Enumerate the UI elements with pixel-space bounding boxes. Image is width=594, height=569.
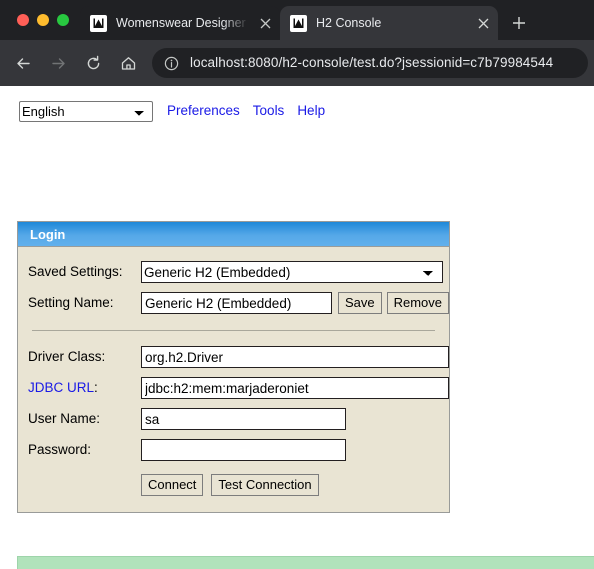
address-bar[interactable]: localhost:8080/h2-console/test.do?jsessi… [152, 48, 588, 78]
connect-button[interactable]: Connect [141, 474, 204, 496]
browser-chrome: Womenswear Designer | Marja H2 Console [0, 0, 594, 86]
browser-tab-womenswear-designer[interactable]: Womenswear Designer | Marja [80, 6, 280, 40]
test-connection-button[interactable]: Test Connection [211, 474, 319, 496]
password-input[interactable] [141, 439, 346, 461]
form-action-row: Connect Test Connection [18, 474, 449, 496]
login-panel-title: Login [18, 222, 449, 247]
browser-tab-h2-console[interactable]: H2 Console [280, 6, 498, 40]
setting-name-row: Setting Name: Save Remove [18, 292, 449, 314]
preferences-link[interactable]: Preferences [167, 102, 240, 120]
home-icon[interactable] [113, 48, 143, 78]
driver-class-label: Driver Class: [28, 349, 106, 364]
v-logo-icon [90, 14, 107, 32]
window-controls [0, 0, 80, 40]
page-content: EnglishDeutschFrançaisEspañol日本語 Prefere… [0, 86, 594, 569]
tab-title: H2 Console [316, 16, 382, 30]
new-tab-button[interactable] [505, 9, 533, 37]
saved-settings-select[interactable]: Generic H2 (Embedded)Generic H2 (Server)… [141, 261, 443, 283]
save-button[interactable]: Save [337, 292, 382, 314]
top-links: Preferences Tools Help [167, 102, 325, 120]
jdbc-url-label-colon: : [94, 380, 98, 395]
remove-button[interactable]: Remove [386, 292, 449, 314]
jdbc-url-help-link[interactable]: JDBC URL [28, 380, 94, 395]
driver-class-row: Driver Class: [18, 346, 449, 368]
language-select[interactable]: EnglishDeutschFrançaisEspañol日本語 [19, 100, 153, 122]
jdbc-url-input[interactable] [141, 377, 449, 399]
browser-toolbar: localhost:8080/h2-console/test.do?jsessi… [0, 40, 594, 86]
tab-close-icon[interactable] [254, 12, 276, 34]
window-maximize-button[interactable] [57, 14, 69, 26]
reload-icon[interactable] [78, 48, 108, 78]
saved-settings-row: Saved Settings: Generic H2 (Embedded)Gen… [18, 261, 449, 283]
help-link[interactable]: Help [297, 102, 325, 120]
tab-title: Womenswear Designer | Marja [116, 16, 252, 30]
forward-arrow-icon[interactable] [43, 48, 73, 78]
setting-name-label: Setting Name: [28, 295, 114, 310]
tools-link[interactable]: Tools [253, 102, 285, 120]
back-arrow-icon[interactable] [8, 48, 38, 78]
address-bar-url: localhost:8080/h2-console/test.do?jsessi… [190, 55, 554, 70]
login-panel: Login Saved Settings: Generic H2 (Embedd… [17, 221, 450, 513]
driver-class-input[interactable] [141, 346, 449, 368]
user-name-row: User Name: [18, 408, 449, 430]
h2-top-toolbar: EnglishDeutschFrançaisEspañol日本語 Prefere… [0, 86, 594, 122]
password-label: Password: [28, 442, 92, 457]
window-minimize-button[interactable] [37, 14, 49, 26]
v-logo-icon [290, 14, 307, 32]
status-banner: Test successful [17, 556, 594, 569]
login-form: Saved Settings: Generic H2 (Embedded)Gen… [18, 247, 449, 512]
info-circle-icon[interactable] [162, 54, 181, 73]
password-row: Password: [18, 439, 449, 461]
jdbc-url-row: JDBC URL: [18, 377, 449, 399]
jdbc-url-label: JDBC URL: [28, 379, 141, 397]
user-name-input[interactable] [141, 408, 346, 430]
tab-strip: Womenswear Designer | Marja H2 Console [0, 0, 594, 40]
user-name-label: User Name: [28, 411, 101, 426]
form-divider [32, 330, 435, 331]
window-close-button[interactable] [17, 14, 29, 26]
setting-name-input[interactable] [141, 292, 332, 314]
tab-close-icon[interactable] [472, 12, 494, 34]
saved-settings-label: Saved Settings: [28, 264, 123, 279]
